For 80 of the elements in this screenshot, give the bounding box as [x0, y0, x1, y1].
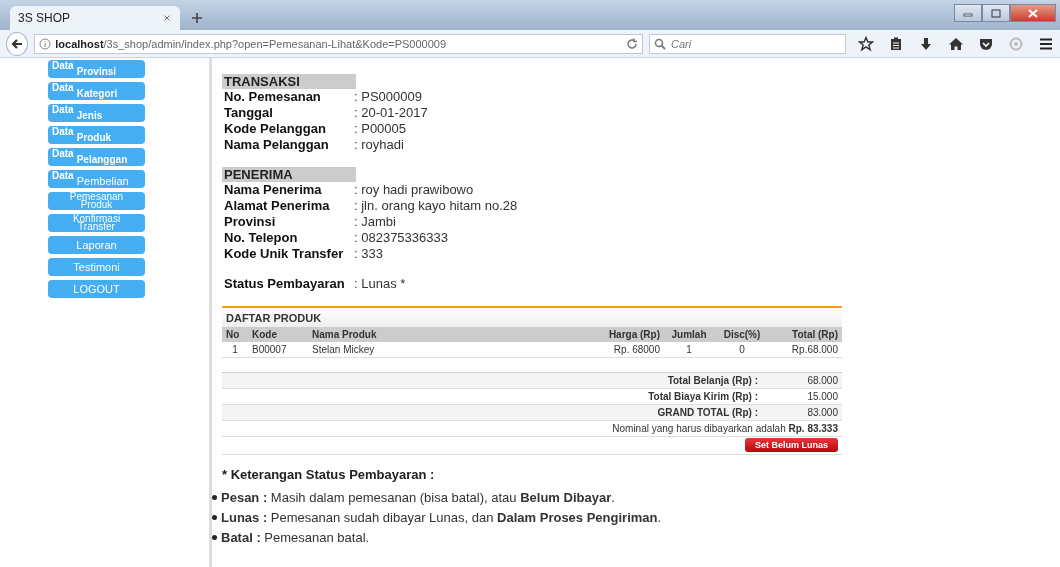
table-cell: B00007 — [248, 342, 308, 358]
bullet-icon — [212, 515, 217, 520]
total-label: Total Biaya Kirim (Rp) : — [647, 391, 758, 402]
field-label: Kode Pelanggan — [223, 121, 327, 137]
bullet-icon — [212, 495, 217, 500]
home-icon[interactable] — [948, 35, 964, 52]
field-value: : 20-01-2017 — [354, 105, 428, 121]
notes-heading: * Keterangan Status Pembayaran : — [222, 467, 436, 482]
table-cell: 0 — [714, 342, 770, 358]
section-heading: TRANSAKSI — [222, 74, 356, 89]
column-header: Kode — [248, 327, 308, 342]
sidebar-menu-button[interactable]: Laporan — [48, 236, 145, 254]
note-text: Batal : Pemesanan batal. — [221, 530, 370, 545]
bullet-icon — [212, 535, 217, 540]
maximize-button[interactable] — [982, 4, 1010, 22]
address-bar[interactable]: localhost/3s_shop/admin/index.php?open=Pemesanan-Lihat&Kode=PS000009 — [34, 33, 643, 54]
maximize-icon — [991, 8, 1001, 18]
column-header: Harga (Rp) — [584, 327, 664, 342]
column-header: No — [222, 327, 248, 342]
field-value: : Jambi — [354, 214, 396, 230]
field-label: Kode Unik Transfer — [223, 246, 345, 262]
clipboard-icon[interactable] — [888, 35, 904, 52]
field-label: Nama Pelanggan — [223, 137, 330, 153]
sidebar-menu-button[interactable]: Pemesanan Produk — [48, 192, 145, 210]
sidebar-menu-button[interactable]: Data Pelanggan — [48, 148, 145, 166]
reload-icon[interactable] — [626, 37, 638, 50]
section-heading: PENERIMA — [222, 167, 356, 182]
sidebar-menu-button[interactable]: Data Pembelian — [48, 170, 145, 188]
field-value: : royhadi — [354, 137, 404, 153]
back-arrow-icon — [10, 36, 25, 51]
note-text: Pesan : Masih dalam pemesanan (bisa batal), atau Belum Dibayar. — [221, 490, 615, 505]
table-cell: Rp. 68000 — [584, 342, 664, 358]
info-icon — [39, 37, 52, 50]
total-value: 68.000 — [806, 375, 838, 386]
new-tab-icon[interactable] — [190, 11, 204, 25]
table-cell: 1 — [222, 342, 248, 358]
minimize-button[interactable] — [954, 4, 982, 22]
close-icon — [1028, 8, 1038, 18]
column-header: Disc(%) — [714, 327, 770, 342]
star-icon[interactable] — [858, 35, 874, 52]
sidebar-menu-button[interactable]: Testimoni — [48, 258, 145, 276]
field-value: : roy hadi prawibowo — [354, 182, 474, 198]
search-field[interactable]: Cari — [649, 33, 846, 54]
field-label: No. Telepon — [223, 230, 299, 246]
column-header: Nama Produk — [308, 327, 584, 342]
field-value: : 333 — [354, 246, 383, 262]
total-value: 83.000 — [806, 407, 838, 418]
table-cell: Rp.68.000 — [770, 342, 842, 358]
sidebar-menu-button[interactable]: Data Produk — [48, 126, 145, 144]
note-text: Lunas : Pemesanan sudah dibayar Lunas, dan Dalam Proses Pengiriman. — [221, 510, 662, 525]
field-value: : Lunas * — [354, 276, 406, 292]
field-value: : P00005 — [354, 121, 407, 137]
total-label: Total Belanja (Rp) : — [666, 375, 758, 386]
close-icon[interactable] — [162, 13, 172, 23]
field-label: No. Pemesanan — [223, 89, 322, 105]
sidebar-menu-button[interactable]: Data Jenis — [48, 104, 145, 122]
field-label: Nama Penerima — [223, 182, 323, 198]
payment-note: Nominal yang harus dibayarkan adalah Rp. 83.333 — [612, 423, 838, 434]
sidebar-menu-button[interactable]: Konfirmasi Transfer — [48, 214, 145, 232]
field-value: : 082375336333 — [354, 230, 448, 246]
table-cell: Stelan Mickey — [308, 342, 584, 358]
field-value: : jln. orang kayo hitam no.28 — [354, 198, 518, 214]
total-label: GRAND TOTAL (Rp) : — [656, 407, 758, 418]
sidebar-menu-button[interactable]: Data Kategori — [48, 82, 145, 100]
field-label: Provinsi — [223, 214, 277, 230]
field-value: : PS000009 — [354, 89, 422, 105]
download-icon[interactable] — [918, 35, 934, 52]
total-value: 15.000 — [806, 391, 838, 402]
column-header: Total (Rp) — [770, 327, 842, 342]
browser-tab[interactable]: 3S SHOP — [10, 6, 180, 30]
column-header: Jumlah — [664, 327, 714, 342]
sidebar-menu-button[interactable]: Data Provinsi — [48, 60, 145, 78]
field-label: Status Pembayaran — [223, 276, 346, 292]
close-button[interactable] — [1010, 4, 1056, 22]
back-button[interactable] — [6, 31, 29, 56]
field-label: Tanggal — [223, 105, 274, 121]
table-cell: 1 — [664, 342, 714, 358]
sidebar-menu-button[interactable]: LOGOUT — [48, 280, 145, 298]
field-label: Alamat Penerima — [223, 198, 331, 214]
set-status-button[interactable]: Set Belum Lunas — [745, 438, 838, 452]
